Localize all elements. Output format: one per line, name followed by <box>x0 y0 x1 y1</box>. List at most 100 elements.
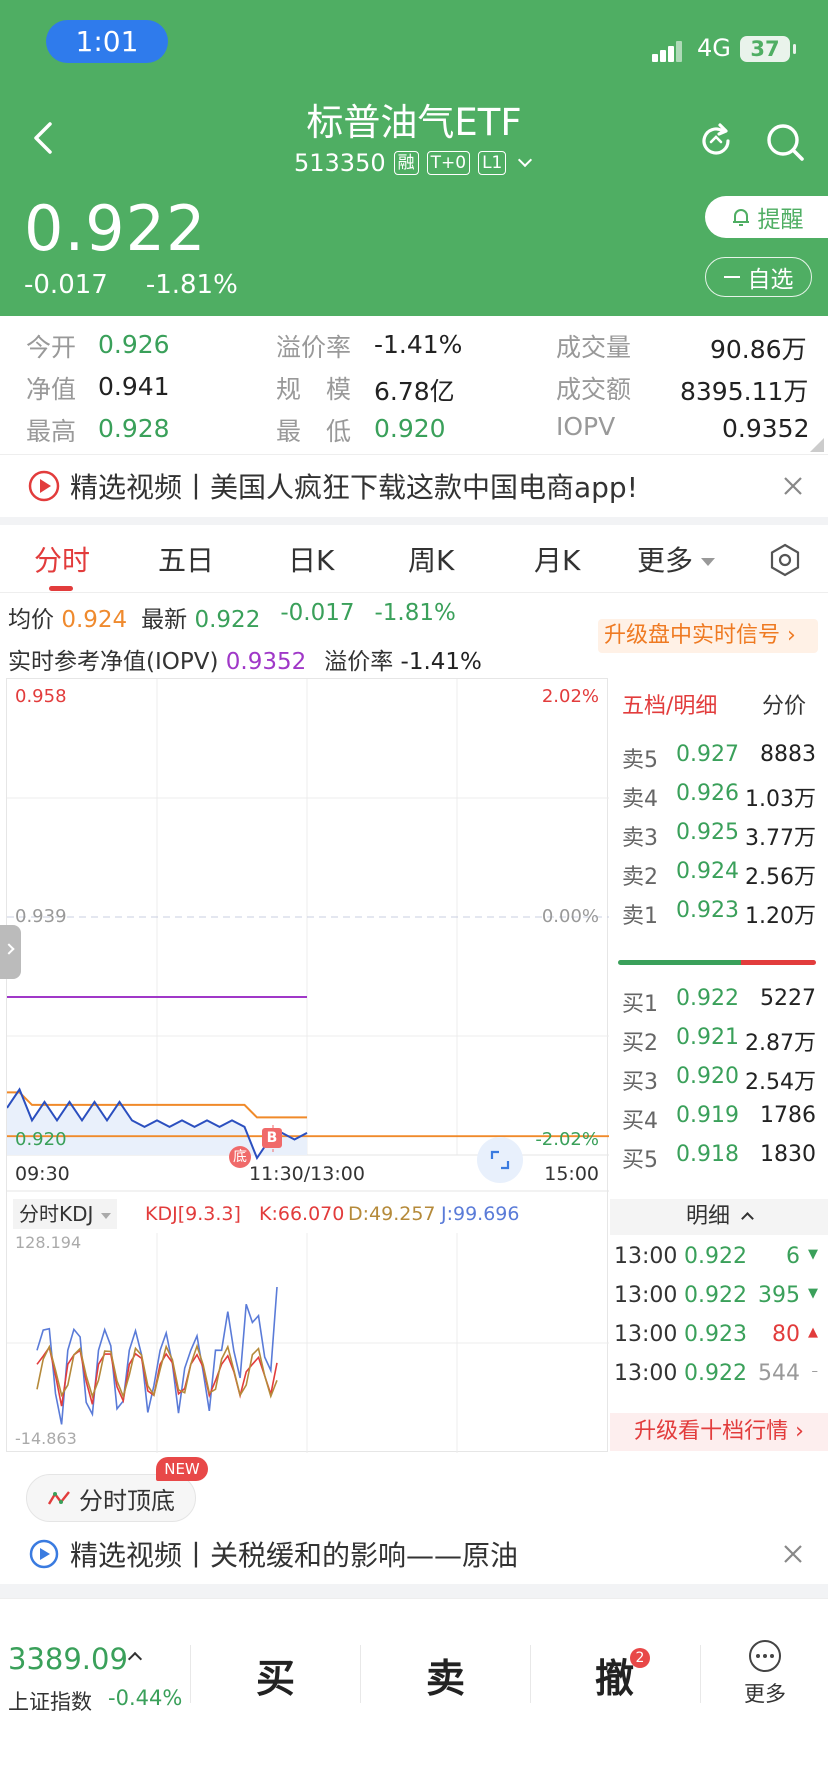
divider <box>700 1645 701 1703</box>
price-change-pct: -1.81% <box>145 270 238 300</box>
buy-row[interactable]: 买5 0.918 1830 <box>610 1142 828 1173</box>
order-book: 五档/明细 分价 卖5 0.927 8883 卖4 0.926 1.03万 卖3 0.925 3… <box>610 678 828 1198</box>
prem-info-value: -1.41% <box>400 649 482 675</box>
sell-row[interactable]: 卖1 0.923 1.20万 <box>610 898 828 929</box>
favorite-label: 自选 <box>747 267 794 293</box>
sell-row[interactable]: 卖3 0.925 3.77万 <box>610 820 828 851</box>
price-change: -0.017 <box>24 270 108 300</box>
active-tab-indicator <box>49 586 73 591</box>
upgrade-level10-label: 升级看十档行情 <box>634 1419 789 1444</box>
buy-sell-ratio-bar <box>618 960 816 965</box>
tab-five-day[interactable]: 五日 <box>158 539 214 579</box>
kdj-label-bot: -14.863 <box>15 1429 77 1448</box>
kdj-selector-label: 分时KDJ <box>19 1202 94 1226</box>
code-row[interactable]: 513350 融 T+0 L1 <box>294 148 533 178</box>
sell-price: 0.926 <box>676 781 739 806</box>
upgrade-level10-button[interactable]: 升级看十档行情 › <box>610 1413 828 1451</box>
low-label: 最 低 <box>276 417 352 446</box>
top-bottom-feature-button[interactable]: 分时顶底 <box>26 1474 196 1522</box>
tab-monthly-k[interactable]: 月K <box>534 539 580 579</box>
nav-value: 0.941 <box>98 372 170 401</box>
bottom-marker[interactable]: 底 <box>229 1146 251 1168</box>
trade-row: 13:00 0.922 6 ▼ <box>610 1244 828 1274</box>
trade-time: 13:00 <box>614 1322 678 1347</box>
buy-volume: 1830 <box>760 1142 816 1167</box>
sell-row[interactable]: 卖2 0.924 2.56万 <box>610 859 828 890</box>
index-change: -0.44% <box>108 1686 183 1710</box>
promo-text-2: 精选视频丨关税缓和的影响——原油 <box>70 1539 519 1572</box>
tag-level: L1 <box>478 151 507 175</box>
trade-row: 13:00 0.922 544– <box>610 1361 828 1391</box>
trade-row: 13:00 0.922 395 ▼ <box>610 1283 828 1313</box>
kdj-selector[interactable]: 分时KDJ <box>13 1199 118 1229</box>
side-handle[interactable] <box>0 925 21 979</box>
expand-corner-icon[interactable] <box>810 438 824 452</box>
buy-button[interactable]: 买 <box>256 1648 295 1704</box>
bell-icon <box>732 209 749 226</box>
tab-weekly-k[interactable]: 周K <box>408 539 454 579</box>
status-time: 1:01 <box>46 20 168 63</box>
intraday-chart[interactable]: 0.958 2.02% 0.939 0.00% 0.920 -2.02% 09:… <box>0 678 609 1453</box>
buy-level: 买3 <box>622 1070 658 1095</box>
settings-icon[interactable] <box>768 543 802 577</box>
remind-button[interactable]: 提醒 <box>705 196 828 238</box>
more-chat-icon[interactable] <box>747 1638 783 1674</box>
sell-level: 卖3 <box>622 826 658 851</box>
battery-icon: 37 <box>740 36 796 62</box>
premium-label: 溢价率 <box>276 333 352 362</box>
play-circle-icon <box>29 1539 59 1569</box>
promo-banner-1[interactable]: 精选视频丨美国人疯狂下载这款中国电商app! <box>0 455 828 517</box>
buy-level: 买1 <box>622 992 658 1017</box>
refresh-icon[interactable] <box>696 121 736 161</box>
buy-row[interactable]: 买1 0.922 5227 <box>610 986 828 1017</box>
search-icon[interactable] <box>764 121 806 163</box>
sell-row[interactable]: 卖4 0.926 1.03万 <box>610 781 828 812</box>
close-icon[interactable] <box>782 1543 804 1565</box>
buy-volume: 2.54万 <box>745 1070 816 1095</box>
more-button[interactable]: 更多 <box>744 1678 786 1708</box>
kdj-j: J:99.696 <box>441 1203 520 1225</box>
index-widget[interactable]: 3389.09 上证指数 -0.44% <box>0 1630 186 1714</box>
buy-row[interactable]: 买2 0.921 2.87万 <box>610 1025 828 1056</box>
latest-label: 最新 <box>141 607 188 633</box>
close-icon[interactable] <box>782 475 804 497</box>
promo-banner-2[interactable]: 精选视频丨关税缓和的影响——原油 <box>0 1525 828 1583</box>
amount-value: 8395.11万 <box>680 377 809 406</box>
fullscreen-button[interactable] <box>477 1137 523 1183</box>
divider <box>360 1645 361 1703</box>
tab-daily-k[interactable]: 日K <box>288 539 334 579</box>
upgrade-signal-button[interactable]: 升级盘中实时信号 › <box>598 619 818 653</box>
open-value: 0.926 <box>98 330 170 359</box>
buy-price: 0.919 <box>676 1103 739 1128</box>
buy-marker[interactable]: B <box>262 1128 282 1148</box>
buy-volume: 5227 <box>760 986 816 1011</box>
latest-value: 0.922 <box>194 607 261 633</box>
high-value: 0.928 <box>98 414 170 443</box>
kdj-params: KDJ[9.3.3] <box>145 1203 241 1225</box>
sell-row[interactable]: 卖5 0.927 8883 <box>610 742 828 773</box>
pct-label-mid: 0.00% <box>541 906 599 927</box>
detail-label: 明细 <box>685 1204 730 1229</box>
trade-row: 13:00 0.923 80 ▲ <box>610 1322 828 1352</box>
kdj-d: D:49.257 <box>348 1203 436 1225</box>
buy-row[interactable]: 买4 0.919 1786 <box>610 1103 828 1134</box>
add-favorite-button[interactable]: 自选 <box>705 257 812 297</box>
cancel-order-button[interactable]: 撤 <box>595 1648 634 1704</box>
detail-header[interactable]: 明细 <box>610 1199 828 1235</box>
feature-label: 分时顶底 <box>79 1486 175 1515</box>
orderbook-title2[interactable]: 分价 <box>762 688 806 720</box>
iopv-info-label: 实时参考净值(IOPV) <box>8 649 219 675</box>
sell-button[interactable]: 卖 <box>426 1648 465 1704</box>
tab-intraday[interactable]: 分时 <box>34 539 90 579</box>
minus-icon <box>723 276 740 278</box>
stats-panel: 今开 0.926 溢价率 -1.41% 成交量 90.86万 净值 0.941 … <box>0 316 828 454</box>
trade-volume: 544 <box>758 1361 800 1386</box>
sell-level: 卖1 <box>622 904 658 929</box>
tab-more[interactable]: 更多 <box>637 539 716 579</box>
buy-level: 买4 <box>622 1109 658 1134</box>
orderbook-title[interactable]: 五档/明细 <box>622 688 717 720</box>
buy-row[interactable]: 买3 0.920 2.54万 <box>610 1064 828 1095</box>
buy-volume: 2.87万 <box>745 1031 816 1056</box>
sell-price: 0.925 <box>676 820 739 845</box>
expand-icon <box>490 1150 510 1170</box>
